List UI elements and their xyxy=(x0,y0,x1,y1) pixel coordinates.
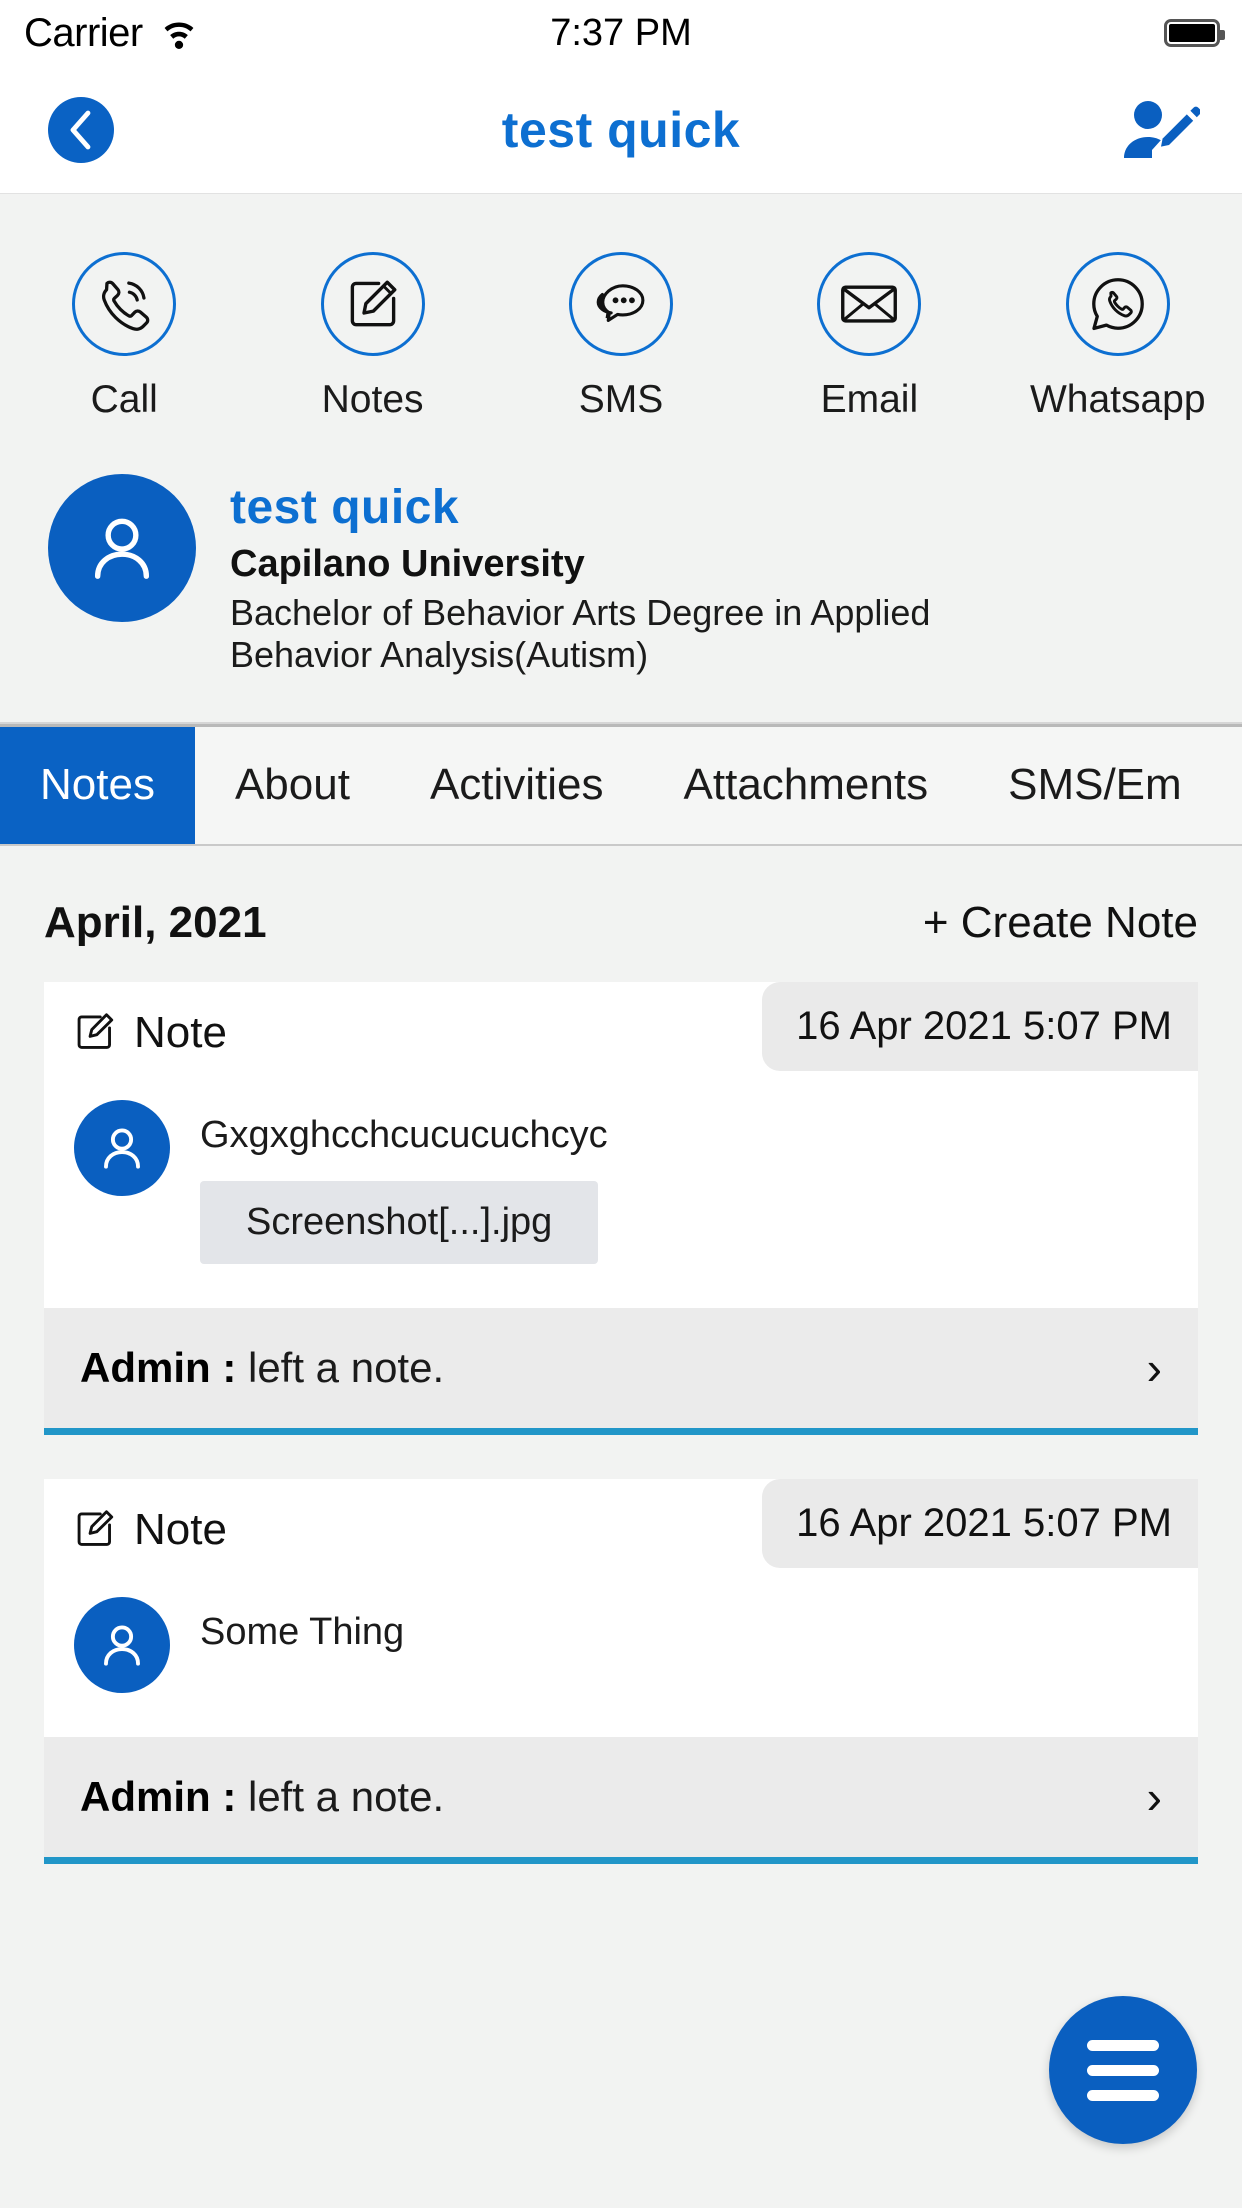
status-bar: Carrier 7:37 PM xyxy=(0,0,1242,66)
note-footer-text: Admin : left a note. xyxy=(80,1344,444,1392)
note-body: Note 16 Apr 2021 5:07 PM Some Thing xyxy=(44,1478,1198,1737)
note-card[interactable]: Note 16 Apr 2021 5:07 PM Gxgxghcchcucucu… xyxy=(44,981,1198,1435)
note-texts: Some Thing xyxy=(200,1597,404,1654)
app-screen: Carrier 7:37 PM test quick Call Notes SM… xyxy=(0,0,1242,2208)
note-type: Note xyxy=(44,982,227,1058)
note-footer-separator: : xyxy=(210,1772,248,1820)
sms-button[interactable] xyxy=(568,252,673,356)
whatsapp-button[interactable] xyxy=(1065,252,1170,356)
hamburger-menu-icon-bar xyxy=(1087,2089,1159,2101)
note-text: Some Thing xyxy=(200,1610,405,1653)
quick-action-label: SMS xyxy=(578,378,664,421)
chevron-right-icon[interactable]: › xyxy=(1147,1345,1162,1391)
note-footer-action: left a note. xyxy=(247,1772,445,1820)
note-author-avatar xyxy=(74,1596,170,1693)
quick-action-label: Whatsapp xyxy=(1029,378,1206,421)
profile-name: test quick xyxy=(230,481,460,534)
quick-action-label: Call xyxy=(90,378,158,421)
create-note-button[interactable]: + Create Note xyxy=(923,898,1198,948)
note-header: Note 16 Apr 2021 5:07 PM xyxy=(44,981,1198,1078)
note-footer[interactable]: Admin : left a note. › xyxy=(44,1307,1198,1435)
note-body: Note 16 Apr 2021 5:07 PM Gxgxghcchcucucu… xyxy=(44,981,1198,1308)
note-content: Some Thing xyxy=(44,1575,1198,1737)
note-footer-author: Admin xyxy=(80,1343,211,1391)
nav-bar: test quick xyxy=(0,66,1242,194)
quick-action-notes[interactable]: Notes xyxy=(283,252,463,422)
quick-action-sms[interactable]: SMS xyxy=(531,252,711,422)
chat-bubbles-icon xyxy=(596,284,645,322)
battery-full-icon xyxy=(1164,19,1225,47)
hamburger-menu-icon-bar xyxy=(1087,2064,1159,2076)
note-edit-icon xyxy=(77,1012,114,1049)
note-card[interactable]: Note 16 Apr 2021 5:07 PM Some Thing Admi… xyxy=(44,1478,1198,1864)
chevron-right-icon[interactable]: › xyxy=(1147,1774,1162,1820)
quick-actions-row: Call Notes SMS Email Whatsapp xyxy=(0,194,1242,474)
note-type-label: Note xyxy=(134,1007,227,1057)
note-footer-action: left a note. xyxy=(247,1343,445,1391)
note-header: Note 16 Apr 2021 5:07 PM xyxy=(44,1478,1198,1575)
tab-bar: Notes About Activities Attachments SMS/E… xyxy=(0,723,1242,846)
quick-action-label: Email xyxy=(820,378,919,421)
person-avatar-icon xyxy=(104,1128,140,1169)
profile-section: test quick Capilano University Bachelor … xyxy=(0,474,1242,724)
note-footer[interactable]: Admin : left a note. › xyxy=(44,1736,1198,1864)
note-type: Note xyxy=(44,1479,227,1555)
quick-action-whatsapp[interactable]: Whatsapp xyxy=(1028,252,1208,422)
person-avatar-icon xyxy=(94,518,150,579)
quick-action-email[interactable]: Email xyxy=(779,252,959,422)
note-type-label: Note xyxy=(134,1504,227,1554)
envelope-icon xyxy=(841,285,898,323)
tab-notes[interactable]: Notes xyxy=(0,726,195,844)
note-edit-icon xyxy=(77,1509,114,1546)
note-texts: Gxgxghcchcucucuchcyc Screenshot[...].jpg xyxy=(200,1100,608,1264)
email-button[interactable] xyxy=(817,252,922,356)
quick-action-label: Notes xyxy=(321,378,424,421)
note-footer-separator: : xyxy=(210,1343,248,1391)
tab-sms-email[interactable]: SMS/Em xyxy=(968,727,1222,844)
edit-contact-button[interactable] xyxy=(1120,95,1201,165)
profile-info: test quick Capilano University Bachelor … xyxy=(230,474,1030,676)
month-label: April, 2021 xyxy=(44,897,267,947)
note-text: Gxgxghcchcucucuchcyc xyxy=(200,1113,608,1156)
note-footer-text: Admin : left a note. xyxy=(80,1773,444,1821)
whatsapp-icon xyxy=(1091,278,1144,331)
month-header-row: April, 2021 + Create Note xyxy=(0,846,1242,982)
user-edit-icon xyxy=(1124,100,1201,158)
hamburger-menu-icon-bar xyxy=(1087,2039,1159,2051)
tab-activities[interactable]: Activities xyxy=(390,727,644,844)
note-date: 16 Apr 2021 5:07 PM xyxy=(762,981,1198,1071)
quick-action-call[interactable]: Call xyxy=(34,252,214,422)
note-attachment-chip[interactable]: Screenshot[...].jpg xyxy=(200,1180,599,1264)
note-author-avatar xyxy=(74,1099,170,1196)
note-content: Gxgxghcchcucucuchcyc Screenshot[...].jpg xyxy=(44,1078,1198,1308)
notes-panel: April, 2021 + Create Note Note 16 Apr 20… xyxy=(0,846,1242,1864)
person-avatar-icon xyxy=(104,1625,140,1666)
tab-about[interactable]: About xyxy=(195,727,390,844)
note-footer-author: Admin xyxy=(80,1772,211,1820)
pencil-square-icon xyxy=(350,280,397,327)
notes-button[interactable] xyxy=(320,252,425,356)
profile-organization: Capilano University xyxy=(230,543,585,585)
status-bar-time: 7:37 PM xyxy=(550,11,692,54)
status-bar-right xyxy=(1164,19,1225,47)
phone-call-icon xyxy=(102,280,150,331)
call-button[interactable] xyxy=(72,252,177,356)
page-title: test quick xyxy=(501,101,741,158)
note-date: 16 Apr 2021 5:07 PM xyxy=(762,1478,1198,1568)
avatar xyxy=(48,474,196,622)
profile-degree: Bachelor of Behavior Arts Degree in Appl… xyxy=(230,592,931,675)
menu-fab-button[interactable] xyxy=(1049,1996,1197,2144)
tab-attachments[interactable]: Attachments xyxy=(644,727,969,844)
